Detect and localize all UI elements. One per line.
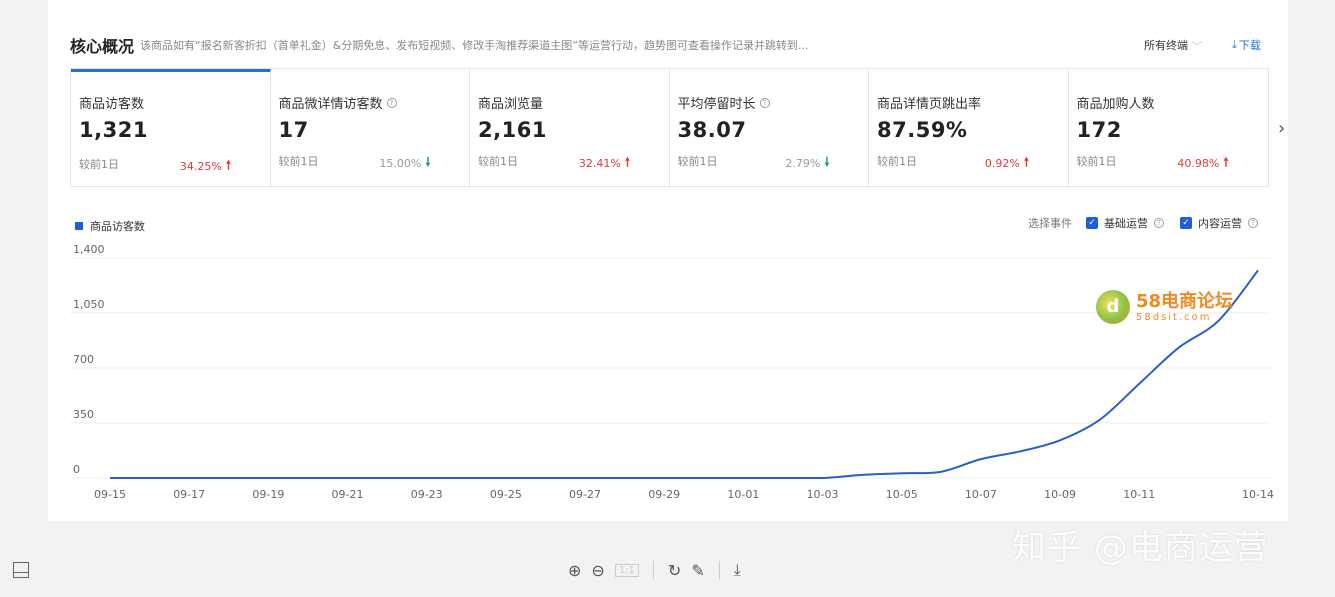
x-tick-label: 10-11 — [1123, 488, 1155, 501]
actual-size-icon[interactable]: 1:1 — [614, 563, 639, 577]
edit-icon[interactable]: ✎ — [691, 561, 704, 580]
x-tick-label: 10-14 — [1242, 488, 1274, 501]
x-tick-label: 09-27 — [569, 488, 601, 501]
toolbar-divider — [652, 561, 654, 579]
watermark-main: 58电商论坛 — [1136, 290, 1234, 312]
y-tick-label: 700 — [73, 353, 94, 366]
x-tick-label: 09-25 — [490, 488, 522, 501]
rotate-icon[interactable]: ↻ — [668, 561, 681, 580]
x-tick-label: 10-05 — [886, 488, 918, 501]
y-tick-label: 350 — [73, 408, 94, 421]
zhihu-watermark: 知乎 @电商运营 — [1012, 528, 1269, 568]
x-tick-label: 10-07 — [965, 488, 997, 501]
x-tick-label: 09-23 — [411, 488, 443, 501]
x-tick-label: 09-19 — [252, 488, 284, 501]
zoom-out-icon[interactable]: ⊖ — [591, 561, 604, 580]
series-line-visitors — [110, 269, 1259, 479]
zoom-in-icon[interactable]: ⊕ — [568, 561, 581, 580]
x-tick-label: 10-01 — [727, 488, 759, 501]
toolbar-divider — [718, 561, 720, 579]
x-tick-label: 09-15 — [94, 488, 126, 501]
x-tick-label: 09-17 — [173, 488, 205, 501]
watermark-sub: 58dsit.com — [1136, 311, 1212, 323]
download-icon[interactable]: ⤓ — [734, 560, 741, 580]
x-tick-label: 09-21 — [332, 488, 364, 501]
y-tick-label: 0 — [73, 463, 80, 476]
layout-toggle-icon[interactable] — [13, 562, 29, 578]
x-tick-label: 10-09 — [1044, 488, 1076, 501]
image-viewer-toolbar: ⊕ ⊖ 1:1 ↻ ✎ ⤓ — [568, 560, 741, 580]
forum-logo-icon: d — [1096, 290, 1130, 324]
y-tick-label: 1,400 — [73, 243, 105, 256]
y-tick-label: 1,050 — [73, 298, 105, 311]
x-tick-label: 10-03 — [807, 488, 839, 501]
x-tick-label: 09-29 — [648, 488, 680, 501]
forum-watermark: d 58电商论坛 58dsit.com — [1096, 290, 1233, 324]
